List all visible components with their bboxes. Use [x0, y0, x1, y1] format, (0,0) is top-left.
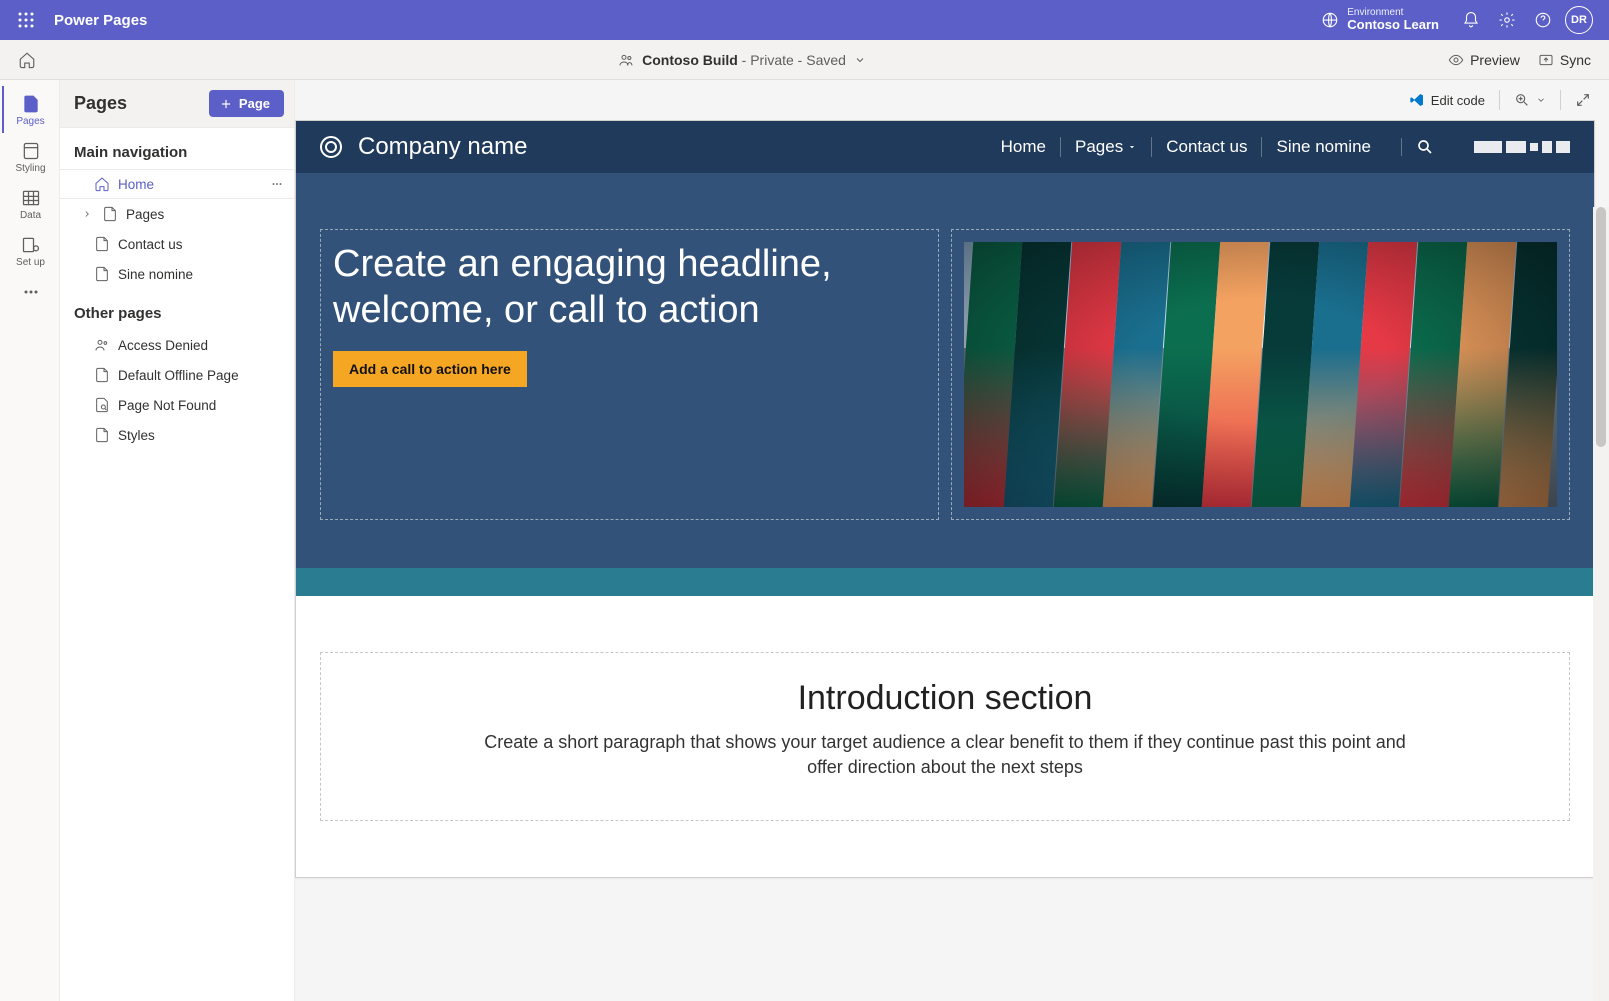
page-icon [21, 94, 41, 114]
intro-text[interactable]: Create a short paragraph that shows your… [475, 730, 1415, 780]
preview-logo-icon [320, 136, 342, 158]
more-icon[interactable] [270, 177, 284, 191]
nav-item[interactable]: Contact us [60, 229, 294, 259]
nav-item-label: Styles [118, 428, 155, 443]
site-status-dropdown[interactable]: Contoso Build - Private - Saved [36, 52, 1448, 68]
expand-button[interactable] [1575, 92, 1591, 108]
notifications-icon[interactable] [1453, 2, 1489, 38]
add-page-button[interactable]: Page [209, 90, 284, 117]
nav-item[interactable]: Pages [60, 199, 294, 229]
rail-setup[interactable]: Set up [2, 227, 58, 274]
site-name: Contoso Build [642, 52, 738, 68]
ribbon-bar: Contoso Build - Private - Saved Preview … [0, 40, 1609, 80]
rail-data[interactable]: Data [2, 180, 58, 227]
rail-data-label: Data [20, 210, 41, 221]
edit-code-label: Edit code [1431, 93, 1485, 108]
nav-item-label: Sine nomine [118, 267, 193, 282]
preview-profile-placeholder[interactable] [1474, 141, 1570, 153]
intro-title[interactable]: Introduction section [345, 679, 1545, 718]
environment-label: Environment [1347, 7, 1439, 19]
chevron-down-icon [1536, 95, 1546, 105]
rail-styling-label: Styling [15, 163, 45, 174]
site-status: - Private - Saved [738, 52, 846, 68]
zoom-button[interactable] [1514, 92, 1546, 108]
left-rail: Pages Styling Data Set up [0, 80, 60, 1001]
vscode-icon [1409, 92, 1425, 108]
nav-item-label: Contact us [118, 237, 183, 252]
canvas-area: Edit code Company name HomePagesContact … [295, 80, 1609, 1001]
data-icon [21, 188, 41, 208]
preview-company-name[interactable]: Company name [358, 133, 527, 161]
nav-item-label: Home [118, 177, 154, 192]
preview-divider-strip[interactable] [296, 568, 1594, 596]
rail-setup-label: Set up [16, 257, 45, 268]
plus-icon [219, 97, 233, 111]
nav-item[interactable]: Styles [60, 420, 294, 450]
preview-nav-link[interactable]: Sine nomine [1262, 137, 1385, 157]
hero-text-column[interactable]: Create an engaging headline, welcome, or… [320, 229, 939, 520]
rail-pages-label: Pages [16, 116, 44, 127]
hero-image-column[interactable] [951, 229, 1570, 520]
app-launcher-icon[interactable] [12, 6, 40, 34]
rail-styling[interactable]: Styling [2, 133, 58, 180]
add-page-label: Page [239, 96, 270, 111]
sync-icon [1538, 52, 1554, 68]
nav-item[interactable]: Home [60, 169, 294, 199]
canvas-toolbar: Edit code [295, 80, 1609, 120]
nav-item[interactable]: Sine nomine [60, 259, 294, 289]
preview-search-icon[interactable] [1401, 138, 1448, 156]
preview-intro-section[interactable]: Introduction section Create a short para… [296, 596, 1594, 877]
canvas-scrollbar[interactable] [1593, 207, 1609, 1001]
people-icon [618, 52, 634, 68]
other-pages-heading: Other pages [60, 289, 294, 330]
nav-item-label: Page Not Found [118, 398, 216, 413]
hero-image-placeholder[interactable] [964, 242, 1557, 507]
environment-picker[interactable]: Environment Contoso Learn [1321, 7, 1439, 33]
preview-button[interactable]: Preview [1448, 52, 1520, 68]
sidepanel-title: Pages [74, 93, 127, 114]
styling-icon [21, 141, 41, 161]
rail-more[interactable] [2, 274, 58, 308]
settings-icon[interactable] [1489, 2, 1525, 38]
main-nav-heading: Main navigation [60, 128, 294, 169]
preview-nav-link[interactable]: Contact us [1152, 137, 1262, 157]
site-preview-frame: Company name HomePagesContact usSine nom… [295, 120, 1595, 878]
help-icon[interactable] [1525, 2, 1561, 38]
ellipsis-icon [21, 282, 41, 302]
preview-nav-link[interactable]: Pages [1061, 137, 1152, 157]
eye-icon [1448, 52, 1464, 68]
setup-icon [21, 235, 41, 255]
nav-item-label: Pages [126, 207, 164, 222]
hero-cta-button[interactable]: Add a call to action here [333, 351, 527, 387]
environment-icon [1321, 11, 1339, 29]
preview-nav-link[interactable]: Home [987, 137, 1061, 157]
pages-sidepanel: Pages Page Main navigation Home Pages Cont… [60, 80, 295, 1001]
sync-button[interactable]: Sync [1538, 52, 1591, 68]
ribbon-home-icon[interactable] [18, 51, 36, 69]
preview-label: Preview [1470, 52, 1520, 68]
expand-icon [1575, 92, 1591, 108]
nav-item[interactable]: Page Not Found [60, 390, 294, 420]
nav-item[interactable]: Default Offline Page [60, 360, 294, 390]
edit-code-button[interactable]: Edit code [1409, 92, 1485, 108]
nav-item-label: Access Denied [118, 338, 208, 353]
sync-label: Sync [1560, 52, 1591, 68]
preview-navbar[interactable]: Company name HomePagesContact usSine nom… [296, 121, 1594, 173]
zoom-icon [1514, 92, 1530, 108]
rail-pages[interactable]: Pages [2, 86, 58, 133]
app-topbar: Power Pages Environment Contoso Learn DR [0, 0, 1609, 40]
app-brand: Power Pages [54, 12, 147, 29]
chevron-down-icon [854, 54, 866, 66]
user-avatar[interactable]: DR [1561, 2, 1597, 38]
nav-item[interactable]: Access Denied [60, 330, 294, 360]
environment-name: Contoso Learn [1347, 18, 1439, 33]
avatar-initials: DR [1565, 6, 1593, 34]
hero-headline[interactable]: Create an engaging headline, welcome, or… [333, 242, 926, 333]
nav-item-label: Default Offline Page [118, 368, 239, 383]
preview-hero-section[interactable]: Create an engaging headline, welcome, or… [296, 173, 1594, 568]
